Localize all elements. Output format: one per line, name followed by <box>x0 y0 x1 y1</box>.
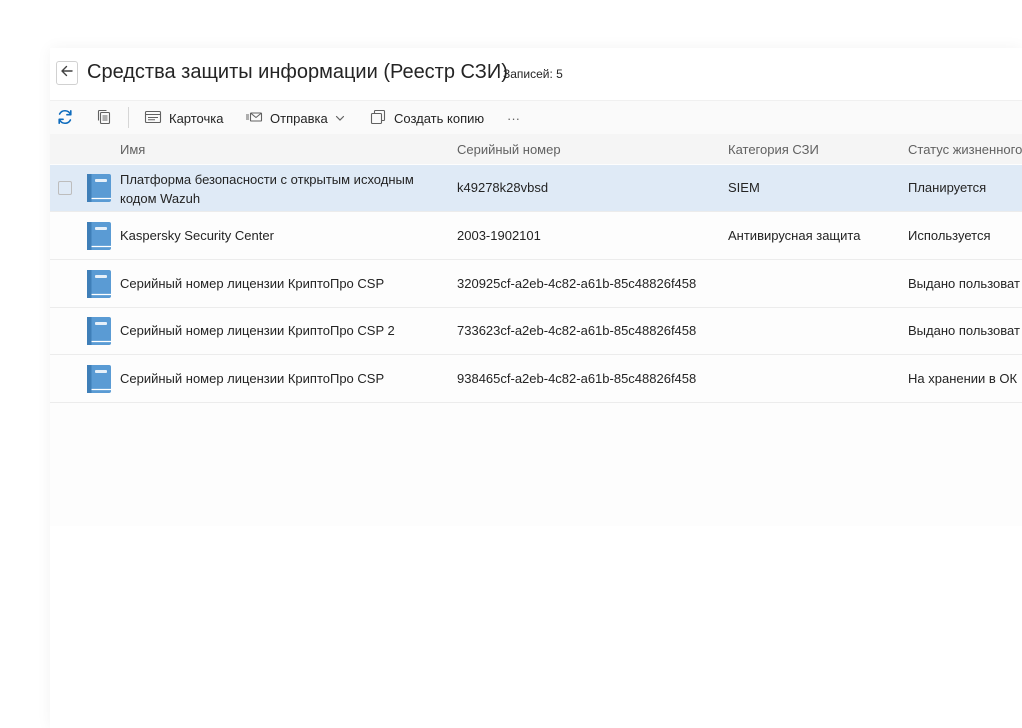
chevron-down-icon <box>335 111 345 126</box>
row-name: Платформа безопасности с открытым исходн… <box>120 172 414 206</box>
more-actions-button[interactable]: ··· <box>507 101 520 135</box>
table-row[interactable]: Платформа безопасности с открытым исходн… <box>50 165 1022 212</box>
table-header: Имя Серийный номер Категория СЗИ Статус … <box>50 134 1022 164</box>
row-name: Kaspersky Security Center <box>120 228 274 243</box>
send-dropdown-button[interactable]: Отправка <box>245 101 345 135</box>
book-icon <box>86 364 112 394</box>
send-icon <box>245 108 263 129</box>
card-icon <box>144 108 162 129</box>
column-header-status[interactable]: Статус жизненного <box>908 142 1022 157</box>
row-serial: 320925cf-a2eb-4c82-a61b-85c48826f458 <box>457 276 697 291</box>
column-header-serial[interactable]: Серийный номер <box>457 142 561 157</box>
table-row[interactable]: Серийный номер лицензии КриптоПро CSP 93… <box>50 356 1022 403</box>
create-copy-label: Создать копию <box>394 110 485 126</box>
record-count: Записей: 5 <box>503 67 563 81</box>
page-title: Средства защиты информации (Реестр СЗИ) <box>87 61 508 83</box>
send-button-label: Отправка <box>270 110 328 126</box>
toolbar-divider <box>128 107 129 128</box>
row-serial: k49278k28vbsd <box>457 180 549 195</box>
page-header: Средства защиты информации (Реестр СЗИ) … <box>50 48 1022 100</box>
row-category: Антивирусная защита <box>728 228 861 243</box>
more-icon: ··· <box>507 110 520 126</box>
book-icon <box>86 173 112 203</box>
toolbar: Карточка Отправка Создать копию ··· <box>50 100 1022 134</box>
copy-icon <box>95 108 113 129</box>
row-status: На хранении в ОК <box>908 371 1018 386</box>
row-status: Выдано пользоват <box>908 323 1020 338</box>
row-serial: 2003-1902101 <box>457 228 541 243</box>
row-status: Выдано пользоват <box>908 276 1020 291</box>
copy-button[interactable] <box>95 101 113 135</box>
row-checkbox[interactable] <box>58 181 72 195</box>
card-button[interactable]: Карточка <box>144 101 223 135</box>
refresh-button[interactable] <box>56 101 74 135</box>
create-copy-button[interactable]: Создать копию <box>369 101 484 135</box>
panel-empty-area <box>50 526 1022 728</box>
table-row[interactable]: Kaspersky Security Center 2003-1902101 А… <box>50 213 1022 260</box>
table-row[interactable]: Серийный номер лицензии КриптоПро CSP 2 … <box>50 308 1022 355</box>
row-name: Серийный номер лицензии КриптоПро CSP <box>120 276 385 291</box>
column-header-category[interactable]: Категория СЗИ <box>728 142 819 157</box>
row-serial: 938465cf-a2eb-4c82-a61b-85c48826f458 <box>457 371 697 386</box>
table-row[interactable]: Серийный номер лицензии КриптоПро CSP 32… <box>50 261 1022 308</box>
book-icon <box>86 221 112 251</box>
refresh-icon <box>56 108 74 129</box>
book-icon <box>86 269 112 299</box>
back-button[interactable] <box>56 61 78 85</box>
row-category: SIEM <box>728 180 760 195</box>
row-name: Серийный номер лицензии КриптоПро CSP 2 <box>120 323 395 338</box>
column-header-name[interactable]: Имя <box>120 142 145 157</box>
book-icon <box>86 316 112 346</box>
card-button-label: Карточка <box>169 110 224 126</box>
row-status: Используется <box>908 228 991 243</box>
row-name: Серийный номер лицензии КриптоПро CSP <box>120 371 385 386</box>
row-status: Планируется <box>908 180 987 195</box>
row-serial: 733623cf-a2eb-4c82-a61b-85c48826f458 <box>457 323 697 338</box>
arrow-left-icon <box>60 64 74 83</box>
duplicate-icon <box>369 108 387 129</box>
registry-panel: Средства защиты информации (Реестр СЗИ) … <box>50 48 1022 728</box>
